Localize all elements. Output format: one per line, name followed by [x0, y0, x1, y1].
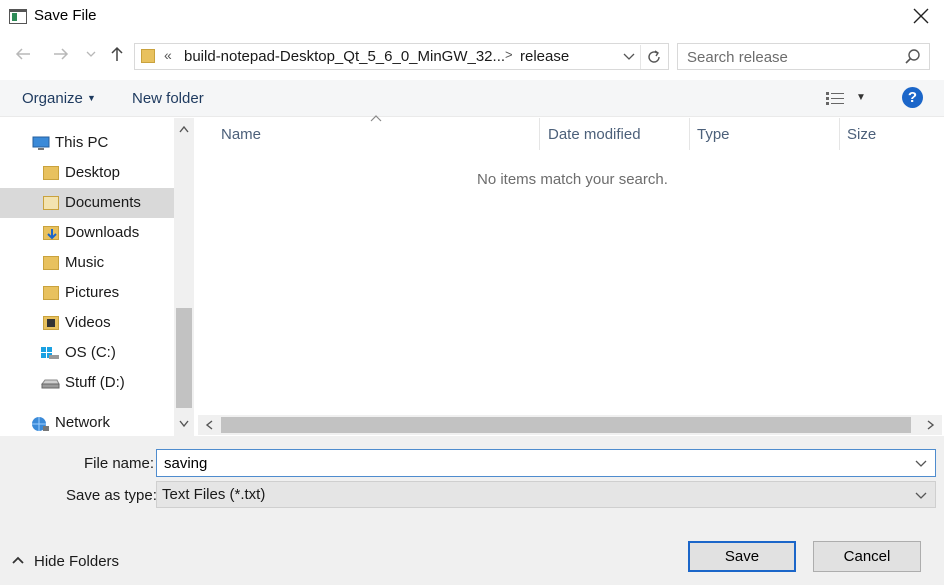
videos-folder-icon	[43, 316, 59, 330]
breadcrumb-overflow[interactable]: «	[164, 47, 172, 63]
nav-item-music[interactable]: Music	[0, 248, 174, 278]
refresh-icon	[647, 50, 660, 63]
view-options-caret-icon[interactable]: ▼	[856, 92, 866, 103]
nav-item-desktop[interactable]: Desktop	[0, 158, 174, 188]
arrow-left-icon	[15, 48, 30, 60]
nav-item-label: Network	[55, 414, 111, 431]
arrow-up-icon	[111, 46, 123, 61]
breadcrumb-segment[interactable]: release	[520, 48, 569, 65]
nav-item-label: Videos	[65, 314, 111, 331]
nav-item-pictures[interactable]: Pictures	[0, 278, 174, 308]
nav-item-label: This PC	[55, 134, 109, 151]
save-file-dialog: Save File « build-notepad-Desktop_Qt_5_6…	[0, 0, 944, 585]
chevron-down-icon	[915, 492, 927, 499]
scroll-right-arrow-icon[interactable]	[922, 416, 938, 434]
column-divider[interactable]	[539, 118, 540, 150]
chevron-down-icon	[86, 51, 96, 57]
chevron-down-icon	[915, 460, 927, 467]
refresh-button[interactable]	[640, 45, 666, 69]
nav-item-label: Pictures	[65, 284, 120, 301]
nav-pane-scrollbar[interactable]	[174, 118, 194, 436]
nav-item-videos[interactable]: Videos	[0, 308, 174, 338]
save-button[interactable]: Save	[688, 541, 796, 572]
column-divider[interactable]	[689, 118, 690, 150]
file-name-label: File name:	[84, 455, 155, 472]
file-name-combobox[interactable]	[156, 449, 936, 477]
up-button[interactable]	[106, 45, 128, 67]
save-as-type-dropdown-button[interactable]	[915, 486, 927, 507]
file-list: Name Date modified Type Size No items ma…	[198, 115, 944, 436]
nav-item-network[interactable]: Network	[0, 408, 174, 438]
address-dropdown-button[interactable]	[619, 46, 639, 68]
close-button[interactable]	[905, 2, 937, 30]
app-icon	[9, 9, 27, 24]
chevron-down-icon	[623, 53, 635, 60]
music-folder-icon	[43, 256, 59, 270]
save-as-type-label: Save as type:	[66, 487, 157, 504]
column-header-name[interactable]: Name	[221, 126, 261, 143]
downloads-folder-icon	[43, 226, 59, 240]
nav-item-label: Stuff (D:)	[65, 374, 125, 391]
nav-item-this-pc[interactable]: This PC	[0, 128, 174, 158]
scroll-up-arrow-icon[interactable]	[174, 120, 194, 138]
scroll-thumb[interactable]	[176, 308, 192, 408]
nav-item-documents[interactable]: Documents	[0, 188, 174, 218]
computer-icon	[32, 136, 50, 150]
save-options-panel: File name: Save as type: Text Files (*.t…	[0, 436, 944, 585]
breadcrumb-separator[interactable]: >	[505, 47, 513, 62]
nav-item-label: Music	[65, 254, 105, 271]
windows-drive-icon	[40, 346, 59, 360]
nav-item-os-c[interactable]: OS (C:)	[0, 338, 174, 368]
nav-item-label: OS (C:)	[65, 344, 116, 361]
title-bar: Save File	[0, 0, 944, 34]
close-icon	[913, 8, 929, 24]
file-name-dropdown-button[interactable]	[915, 454, 927, 475]
desktop-folder-icon	[43, 166, 59, 180]
empty-state-message: No items match your search.	[477, 171, 668, 188]
search-box[interactable]	[677, 43, 930, 70]
pictures-folder-icon	[43, 286, 59, 300]
window-title: Save File	[34, 7, 97, 24]
search-input[interactable]	[687, 48, 897, 66]
nav-item-label: Downloads	[65, 224, 140, 241]
nav-item-downloads[interactable]: Downloads	[0, 218, 174, 248]
arrow-right-icon	[54, 48, 69, 60]
column-header-type[interactable]: Type	[697, 126, 730, 143]
file-name-input[interactable]	[164, 454, 904, 472]
scroll-left-arrow-icon[interactable]	[202, 416, 218, 434]
organize-button[interactable]: Organize	[22, 90, 83, 107]
column-divider[interactable]	[839, 118, 840, 150]
help-icon[interactable]: ?	[902, 87, 923, 108]
chevron-up-icon[interactable]	[12, 553, 24, 570]
column-header-size[interactable]: Size	[847, 126, 876, 143]
save-as-type-value: Text Files (*.txt)	[162, 486, 266, 503]
cancel-button[interactable]: Cancel	[813, 541, 921, 572]
hide-folders-button[interactable]: Hide Folders	[34, 553, 119, 570]
documents-folder-icon	[43, 196, 59, 210]
breadcrumb-segment[interactable]: build-notepad-Desktop_Qt_5_6_0_MinGW_32.…	[184, 48, 505, 65]
nav-item-label: Documents	[65, 194, 141, 211]
search-icon[interactable]	[904, 48, 922, 66]
back-button[interactable]	[12, 45, 34, 67]
view-options-icon[interactable]	[826, 92, 844, 105]
recent-locations-button[interactable]	[84, 47, 98, 65]
network-icon	[30, 416, 49, 431]
command-bar: Organize ▼ New folder ▼ ?	[0, 80, 944, 117]
save-as-type-select[interactable]: Text Files (*.txt)	[156, 481, 936, 508]
scroll-down-arrow-icon[interactable]	[174, 415, 194, 433]
nav-item-stuff-d[interactable]: Stuff (D:)	[0, 368, 174, 398]
new-folder-button[interactable]: New folder	[132, 90, 204, 107]
address-bar[interactable]: « build-notepad-Desktop_Qt_5_6_0_MinGW_3…	[134, 43, 669, 70]
drive-icon	[40, 376, 60, 390]
column-header-date-modified[interactable]: Date modified	[548, 126, 641, 143]
horizontal-scrollbar[interactable]	[198, 415, 942, 435]
forward-button[interactable]	[50, 45, 72, 67]
organize-caret-icon[interactable]: ▼	[87, 93, 96, 103]
folder-icon	[141, 49, 155, 63]
scroll-thumb[interactable]	[221, 417, 911, 433]
nav-item-label: Desktop	[65, 164, 121, 181]
sort-ascending-icon	[370, 113, 382, 125]
navigation-pane: This PC Desktop Documents Downloads Musi…	[0, 118, 194, 436]
